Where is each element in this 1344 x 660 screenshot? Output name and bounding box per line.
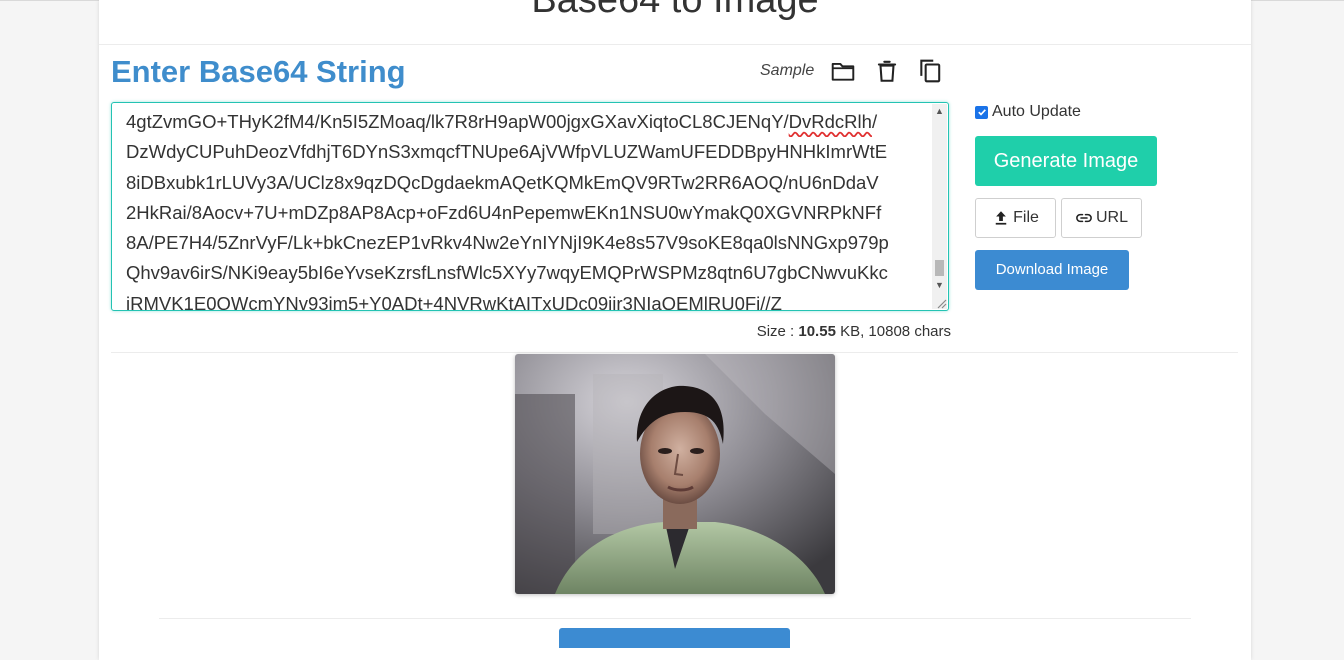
base64-line: 8A/PE7H4/5ZnrVyF/Lk+bkCnezEP1vRkv4Nw2eYn… — [126, 232, 889, 254]
auto-update-label: Auto Update — [992, 103, 1081, 120]
spellcheck-word: DvRdcRlh — [788, 111, 872, 132]
size-info: Size : 10.55 KB, 10808 chars — [756, 323, 951, 340]
page-title: Base64 to Image — [531, 0, 819, 21]
resize-grip-icon[interactable] — [935, 297, 947, 309]
divider — [159, 618, 1191, 619]
file-button[interactable]: File — [975, 198, 1056, 238]
generate-image-button[interactable]: Generate Image — [975, 136, 1157, 186]
copy-icon[interactable] — [917, 58, 943, 84]
textarea-scrollbar[interactable]: ▲ ▼ — [932, 104, 947, 309]
base64-line: 2HkRai/8Aocv+7U+mDZp8AP8Acp+oFzd6U4nPepe… — [126, 201, 882, 223]
base64-line: iRMVK1E0QWcmYNv93im5+Y0ADt+4NVRwKtAITxUD… — [126, 292, 782, 311]
image-preview — [515, 354, 835, 594]
auto-update-toggle[interactable]: Auto Update — [975, 102, 1081, 122]
base64-line: DzWdyCUPuhDeozVfdhjT6DYnS3xmqcfTNUpe6AjV… — [126, 141, 888, 163]
base64-line: Qhv9av6irS/NKi9eay5bI6eYvseKzrsfLnsfWlc5… — [126, 262, 888, 284]
sample-link[interactable]: Sample — [760, 61, 814, 81]
auto-update-checkbox[interactable] — [975, 105, 988, 119]
size-value: 10.55 — [798, 323, 836, 340]
converter-card: Base64 to Image Enter Base64 String Samp… — [99, 0, 1251, 660]
download-image-button[interactable]: Download Image — [975, 250, 1129, 290]
trash-icon[interactable] — [874, 58, 900, 84]
bottom-action-button[interactable] — [559, 628, 790, 648]
base64-line: 8iDBxubk1rLUVy3A/UClz8x9qzDQcDgdaekmAQet… — [126, 171, 879, 193]
upload-icon — [995, 211, 1007, 225]
divider — [111, 352, 1238, 353]
scroll-up-icon[interactable]: ▲ — [932, 104, 947, 119]
file-button-label: File — [1013, 209, 1039, 226]
section-heading: Enter Base64 String — [111, 54, 406, 89]
scroll-thumb[interactable] — [935, 260, 944, 276]
url-button-label: URL — [1095, 209, 1128, 226]
base64-line: 4gtZvmGO+THyK2fM4/Kn5I5ZMoaq/lk7R8rH9apW… — [126, 111, 878, 132]
divider — [99, 44, 1251, 45]
base64-text: 4gtZvmGO+THyK2fM4/Kn5I5ZMoaq/lk7R8rH9apW… — [126, 107, 926, 311]
scroll-down-icon[interactable]: ▼ — [932, 278, 947, 293]
folder-icon[interactable] — [830, 58, 856, 84]
checkmark-icon — [977, 109, 986, 116]
link-icon — [1076, 213, 1092, 223]
base64-textarea[interactable]: 4gtZvmGO+THyK2fM4/Kn5I5ZMoaq/lk7R8rH9apW… — [111, 102, 949, 311]
decoded-photo — [515, 354, 835, 594]
url-button[interactable]: URL — [1061, 198, 1142, 238]
